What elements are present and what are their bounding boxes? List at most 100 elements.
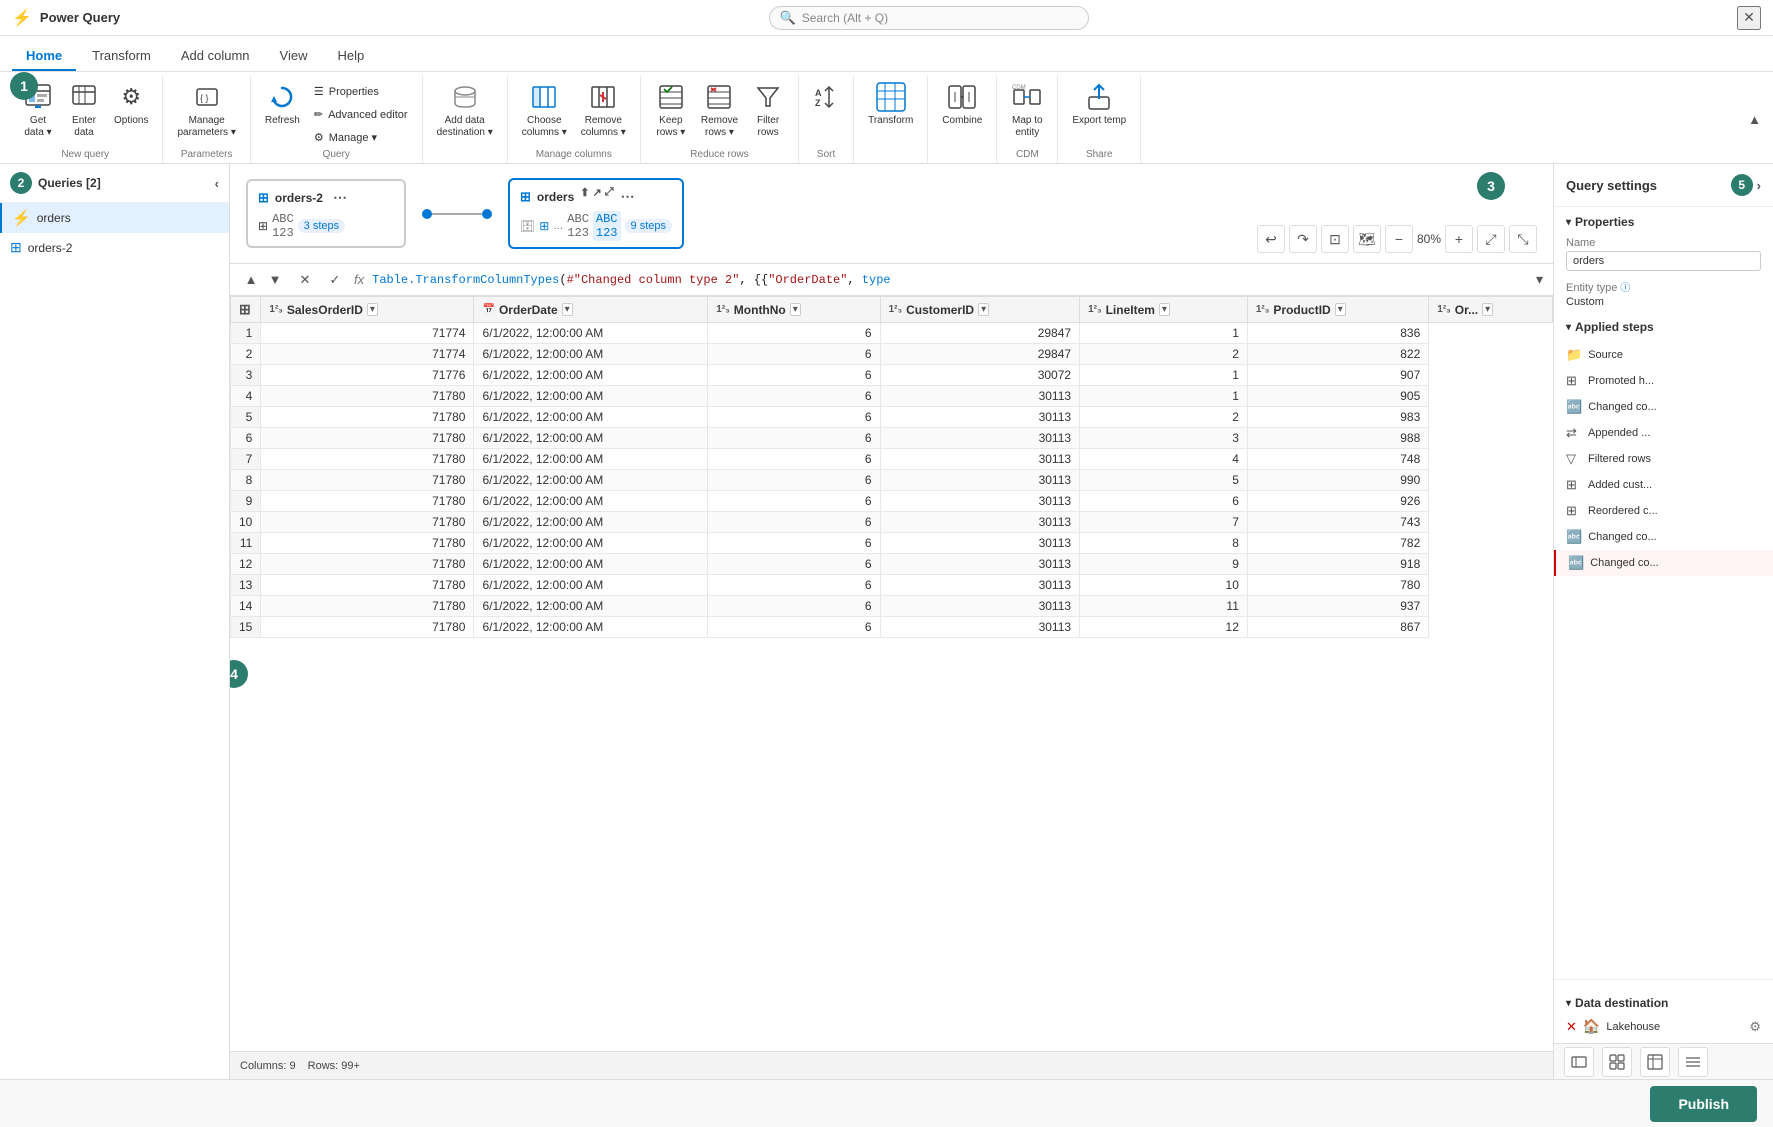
combine-label: Combine: [942, 115, 982, 127]
formula-expand-button[interactable]: ▾: [1536, 271, 1543, 288]
enter-data-button[interactable]: Enterdata: [62, 78, 106, 143]
tab-add-column[interactable]: Add column: [167, 42, 264, 71]
dest-settings-button[interactable]: ⚙: [1749, 1019, 1761, 1035]
step-settings-button[interactable]: ⚙: [1735, 349, 1745, 362]
undo-button[interactable]: ↩: [1257, 225, 1285, 253]
badge-2: 2: [10, 172, 32, 194]
pipeline-node-orders[interactable]: ⊞ orders ⬆ ↗ ⤢ ⋯ 🗄 ⊞ … ABC123 ABC123 9 s…: [508, 178, 684, 249]
node-expand-icon[interactable]: ⤢: [605, 186, 614, 207]
redo-button[interactable]: ↷: [1289, 225, 1317, 253]
row-number: 12: [231, 554, 261, 575]
dest-remove-icon[interactable]: ✕: [1566, 1019, 1577, 1035]
table-cell: 2: [1080, 407, 1248, 428]
step-settings-button[interactable]: ⚙: [1735, 375, 1745, 388]
table-row: 3717766/1/2022, 12:00:00 AM6300721907: [231, 365, 1553, 386]
orders2-abc-icon: ABC123: [272, 212, 294, 240]
step-icon-button[interactable]: [1564, 1047, 1594, 1077]
step-item[interactable]: ⇄Appended ...⚙: [1554, 420, 1773, 446]
step-item[interactable]: 🔤Changed co...⚠: [1554, 394, 1773, 420]
name-prop-row: Name: [1554, 233, 1773, 275]
step-settings-button[interactable]: ⚙: [1751, 453, 1761, 466]
formula-up-button[interactable]: ▲: [240, 269, 262, 291]
step-settings-button[interactable]: ⚙: [1751, 479, 1761, 492]
name-input[interactable]: [1566, 251, 1761, 271]
right-panel-expand-button[interactable]: ›: [1757, 178, 1761, 193]
sidebar-collapse-button[interactable]: ‹: [215, 176, 219, 191]
step-settings-button[interactable]: ⚙: [1751, 531, 1761, 544]
step-delete-button[interactable]: ⚠: [1751, 401, 1761, 414]
grid-view-button[interactable]: [1602, 1047, 1632, 1077]
step-item[interactable]: ⊞Added cust...⚙: [1554, 472, 1773, 498]
choose-columns-button[interactable]: Choosecolumns ▾: [516, 78, 573, 143]
map-to-entity-button[interactable]: CDM Map toentity: [1005, 78, 1049, 143]
step-settings-button[interactable]: ⚙: [1751, 427, 1761, 440]
or-filter-button[interactable]: ▾: [1482, 303, 1493, 316]
step-item[interactable]: ⊞Promoted h...⚙🗑: [1554, 368, 1773, 394]
tab-view[interactable]: View: [266, 42, 322, 71]
options-button[interactable]: ⚙ Options: [108, 78, 154, 131]
properties-button[interactable]: ☰ Properties: [308, 82, 414, 101]
pipeline-node-orders2-menu[interactable]: ⋯: [329, 187, 351, 208]
remove-columns-button[interactable]: Removecolumns ▾: [575, 78, 632, 143]
zoom-out-button[interactable]: −: [1385, 225, 1413, 253]
list-view-button[interactable]: [1678, 1047, 1708, 1077]
tab-help[interactable]: Help: [323, 42, 378, 71]
step-delete-button[interactable]: 🗑: [1747, 375, 1761, 388]
data-grid-container[interactable]: ⊞ 1²₃ SalesOrderID ▾: [230, 296, 1553, 1051]
transform-button[interactable]: Transform: [862, 78, 919, 131]
remove-rows-button[interactable]: Removerows ▾: [695, 78, 744, 143]
productid-filter-button[interactable]: ▾: [1335, 303, 1346, 316]
right-panel-controls: 5 ›: [1731, 174, 1761, 196]
tab-home[interactable]: Home: [12, 42, 76, 71]
sidebar-item-orders[interactable]: ⚡ orders: [0, 203, 229, 233]
manage-parameters-button[interactable]: { } Manageparameters ▾: [171, 78, 241, 143]
sidebar-item-orders2[interactable]: ⊞ orders-2: [0, 233, 229, 262]
monthno-filter-button[interactable]: ▾: [790, 303, 801, 316]
refresh-button[interactable]: Refresh: [259, 78, 306, 131]
publish-button[interactable]: Publish: [1650, 1086, 1757, 1122]
step-item[interactable]: 🔤Changed co...⚙🗑: [1554, 550, 1773, 576]
step-icon: 🔤: [1566, 399, 1582, 415]
filter-rows-button[interactable]: Filterrows: [746, 78, 790, 143]
step-item[interactable]: ▽Filtered rows⚙: [1554, 446, 1773, 472]
formula-input[interactable]: Table.TransformColumnTypes(#"Changed col…: [372, 273, 1528, 287]
manage-button[interactable]: ⚙ Manage ▾: [308, 128, 414, 147]
formula-reject-button[interactable]: ✕: [294, 269, 316, 291]
map-button[interactable]: 🗺: [1353, 225, 1381, 253]
fullscreen-button[interactable]: ⤡: [1509, 225, 1537, 253]
orders-abc-icon2: ABC123: [593, 211, 621, 241]
advanced-editor-button[interactable]: ✏ Advanced editor: [308, 105, 414, 124]
close-button[interactable]: ✕: [1737, 6, 1761, 30]
node-external-icon[interactable]: ↗: [592, 186, 601, 207]
step-item[interactable]: 📁Source⚙🗑: [1554, 342, 1773, 368]
ribbon-collapse-button[interactable]: ▲: [1748, 112, 1761, 127]
salesorderid-filter-button[interactable]: ▾: [367, 303, 378, 316]
export-temp-button[interactable]: Export temp: [1066, 78, 1132, 131]
formula-down-button[interactable]: ▼: [264, 269, 286, 291]
lineitem-filter-button[interactable]: ▾: [1159, 303, 1170, 316]
table-cell: 30113: [880, 617, 1080, 638]
search-box[interactable]: 🔍 Search (Alt + Q): [769, 6, 1089, 30]
zoom-in-button[interactable]: +: [1445, 225, 1473, 253]
orderdate-filter-button[interactable]: ▾: [562, 303, 573, 316]
group-sort: A Z Sort: [799, 76, 854, 163]
customerid-filter-button[interactable]: ▾: [978, 303, 989, 316]
step-delete-button[interactable]: 🗑: [1747, 557, 1761, 570]
pipeline-node-orders-menu[interactable]: ⋯: [617, 186, 639, 207]
tab-transform[interactable]: Transform: [78, 42, 165, 71]
combine-button[interactable]: Combine: [936, 78, 988, 131]
sort-az-button[interactable]: A Z: [807, 78, 845, 119]
step-item[interactable]: 🔤Changed co...⚙: [1554, 524, 1773, 550]
pipeline-node-orders2[interactable]: ⊞ orders-2 ⋯ ⊞ ABC123 3 steps: [246, 179, 406, 248]
collapse-button[interactable]: ⤢: [1477, 225, 1505, 253]
add-data-destination-button[interactable]: Add datadestination ▾: [431, 78, 499, 143]
step-settings-button[interactable]: ⚙: [1735, 557, 1745, 570]
keep-rows-button[interactable]: Keeprows ▾: [649, 78, 693, 143]
fit-button[interactable]: ⊡: [1321, 225, 1349, 253]
step-delete-button[interactable]: 🗑: [1747, 349, 1761, 362]
step-item[interactable]: ⊞Reordered c...: [1554, 498, 1773, 524]
or-label: Or...: [1455, 303, 1478, 317]
node-share-icon[interactable]: ⬆: [580, 186, 589, 207]
formula-accept-button[interactable]: ✓: [324, 269, 346, 291]
table-view-button[interactable]: [1640, 1047, 1670, 1077]
